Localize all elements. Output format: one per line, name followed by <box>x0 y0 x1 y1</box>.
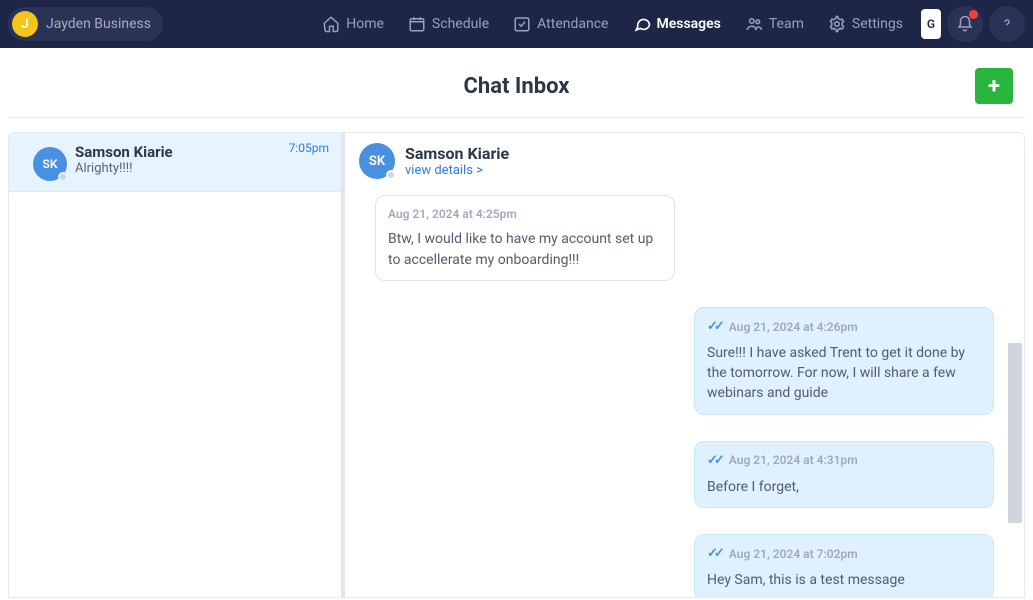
message-ts-text: Aug 21, 2024 at 4:26pm <box>729 319 858 336</box>
chat-header: SK Samson Kiarie view details > <box>345 133 1024 189</box>
scrollbar-thumb[interactable] <box>1008 343 1022 523</box>
notification-dot <box>969 10 978 19</box>
message-text: Before I forget, <box>707 477 981 497</box>
compose-button[interactable]: + <box>975 68 1013 104</box>
help-button[interactable] <box>989 6 1025 42</box>
message-timestamp: ✓✓ Aug 21, 2024 at 4:31pm <box>707 452 981 471</box>
thread-time: 7:05pm <box>289 141 329 155</box>
message-text: Sure!!! I have asked Trent to get it don… <box>707 343 981 404</box>
page-title: Chat Inbox <box>464 74 570 99</box>
nav-team[interactable]: Team <box>733 0 816 48</box>
message-timestamp: ✓✓ Aug 21, 2024 at 7:02pm <box>707 545 981 564</box>
message-bubble-outgoing: ✓✓ Aug 21, 2024 at 4:31pm Before I forge… <box>694 441 994 508</box>
read-receipt-icon: ✓✓ <box>707 452 721 471</box>
thread-item[interactable]: SK Samson Kiarie Alrighty!!!! 7:05pm <box>9 133 341 192</box>
nav-home[interactable]: Home <box>310 0 396 48</box>
presence-dot <box>386 170 396 180</box>
thread-avatar: SK <box>33 147 67 181</box>
gear-icon <box>828 15 846 33</box>
message-bubble-outgoing: ✓✓ Aug 21, 2024 at 7:02pm Hey Sam, this … <box>694 534 994 597</box>
view-details-link[interactable]: view details > <box>405 163 509 178</box>
chat-pane: SK Samson Kiarie view details > Aug 21, … <box>345 133 1024 597</box>
team-icon <box>745 15 763 33</box>
nav-schedule[interactable]: Schedule <box>396 0 501 48</box>
notifications-button[interactable] <box>947 6 983 42</box>
nav-messages-label: Messages <box>656 16 720 32</box>
read-receipt-icon: ✓✓ <box>707 545 721 564</box>
nav-messages[interactable]: Messages <box>620 0 732 48</box>
main-container: SK Samson Kiarie Alrighty!!!! 7:05pm SK … <box>8 132 1025 598</box>
user-name-label: Jayden Business <box>46 16 151 32</box>
nav-settings[interactable]: Settings <box>816 0 915 48</box>
calendar-icon <box>408 15 426 33</box>
message-bubble-outgoing: ✓✓ Aug 21, 2024 at 4:26pm Sure!!! I have… <box>694 307 994 415</box>
message-bubble-incoming: Aug 21, 2024 at 4:25pm Btw, I would like… <box>375 195 675 281</box>
message-timestamp: ✓✓ Aug 21, 2024 at 4:26pm <box>707 318 981 337</box>
chat-icon <box>632 15 650 33</box>
nav-attendance[interactable]: Attendance <box>501 0 620 48</box>
nav-settings-label: Settings <box>852 16 903 32</box>
thread-avatar-initials: SK <box>43 157 58 171</box>
page-header: Chat Inbox + <box>8 48 1025 118</box>
message-ts-text: Aug 21, 2024 at 7:02pm <box>729 546 858 563</box>
thread-preview: Alrighty!!!! <box>75 161 329 176</box>
nav-attendance-label: Attendance <box>537 16 608 32</box>
top-navbar: J Jayden Business Home Schedule Attendan… <box>0 0 1033 48</box>
nav-home-label: Home <box>346 16 384 32</box>
chat-avatar-initials: SK <box>369 154 385 169</box>
chat-body[interactable]: Aug 21, 2024 at 4:25pm Btw, I would like… <box>345 189 1024 597</box>
plus-icon: + <box>988 74 1000 99</box>
app-indicator[interactable]: G <box>921 9 941 39</box>
read-receipt-icon: ✓✓ <box>707 318 721 337</box>
message-timestamp: Aug 21, 2024 at 4:25pm <box>388 206 662 223</box>
help-icon <box>999 16 1015 32</box>
user-chip[interactable]: J Jayden Business <box>8 7 163 41</box>
chat-contact-name: Samson Kiarie <box>405 144 509 163</box>
nav-team-label: Team <box>769 16 804 32</box>
user-avatar: J <box>12 11 38 37</box>
check-square-icon <box>513 15 531 33</box>
nav-schedule-label: Schedule <box>432 16 489 32</box>
message-text: Btw, I would like to have my account set… <box>388 229 662 270</box>
message-ts-text: Aug 21, 2024 at 4:31pm <box>729 452 858 469</box>
chat-avatar: SK <box>359 143 395 179</box>
presence-dot <box>58 172 68 182</box>
home-icon <box>322 15 340 33</box>
thread-list: SK Samson Kiarie Alrighty!!!! 7:05pm <box>9 133 345 597</box>
message-text: Hey Sam, this is a test message <box>707 570 981 590</box>
